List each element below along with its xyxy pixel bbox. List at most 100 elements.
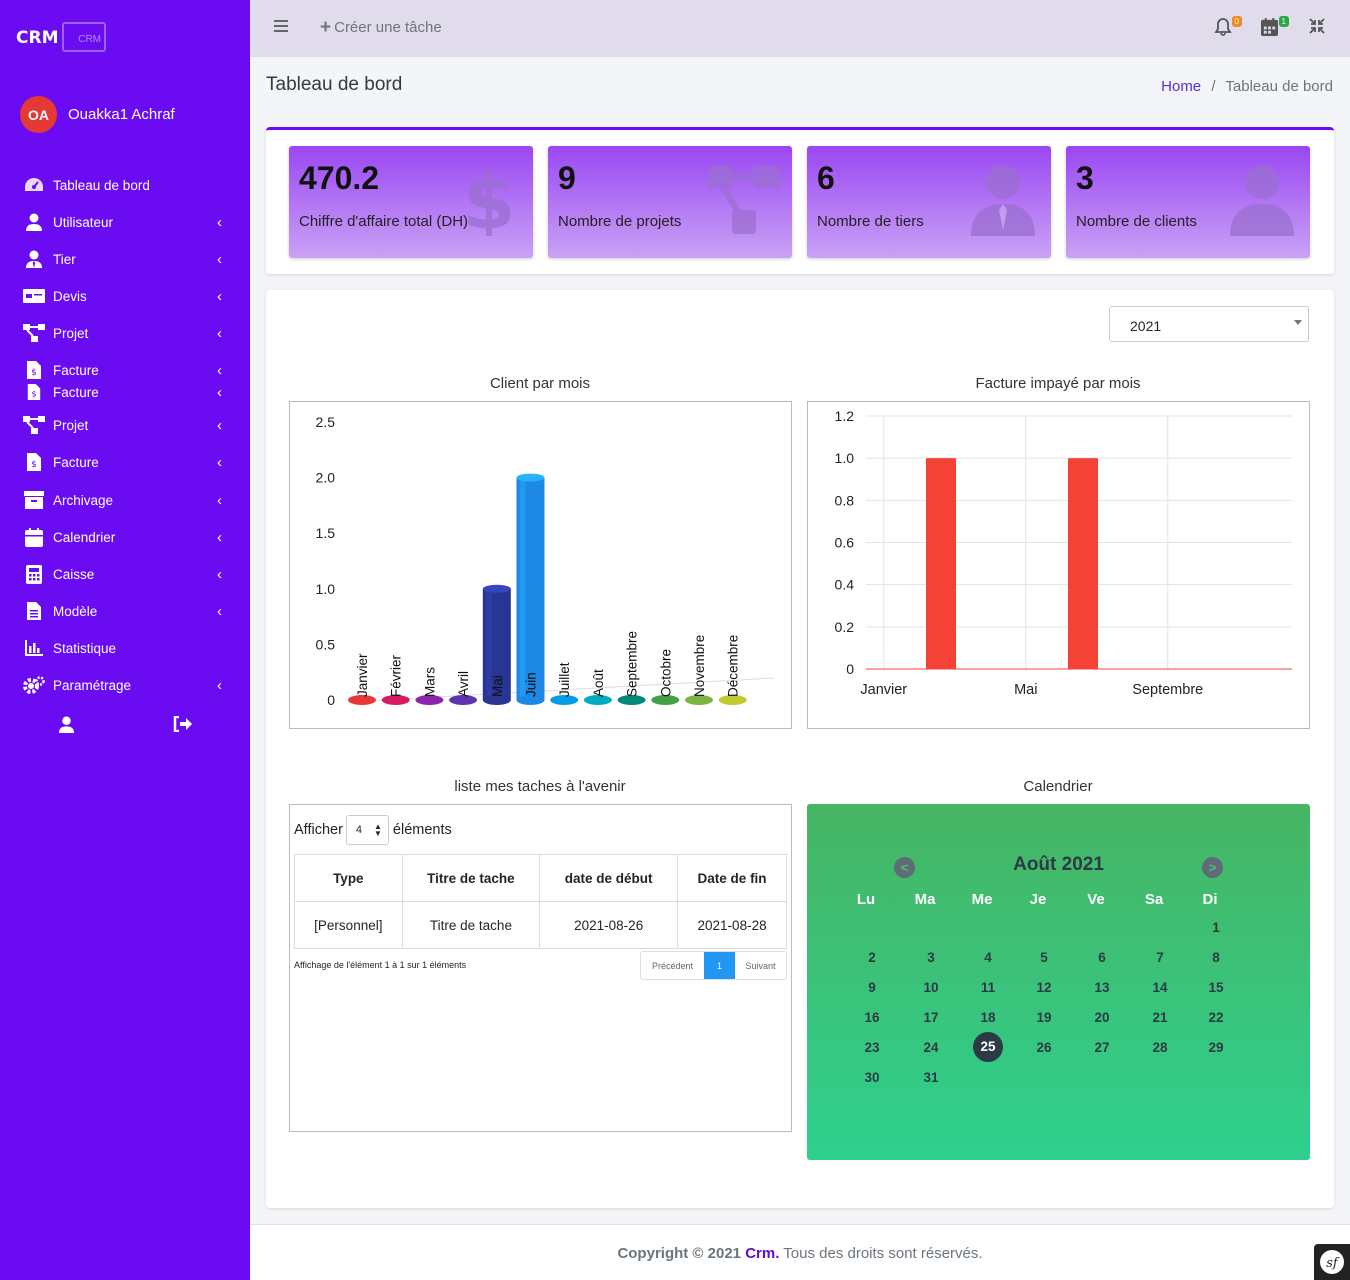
calendar-day[interactable]: 11 [968,980,1008,995]
calendar-day[interactable]: 4 [968,950,1008,965]
pagination-next[interactable]: Suivant [735,952,786,979]
entries-select[interactable]: 4 ▲ ▼ [345,815,389,845]
column-header[interactable]: Type [294,854,403,902]
calendar-day[interactable]: 18 [968,1010,1008,1025]
breadcrumb-home-link[interactable]: Home [1161,78,1201,95]
sidebar-item-statistique[interactable]: Statistique [0,633,250,663]
sidebar-item-calendrier[interactable]: Calendrier ‹ [0,522,250,552]
calendar-day[interactable]: 2 [852,950,892,965]
calendar-day[interactable]: 15 [1196,980,1236,995]
calendar-next-button[interactable]: > [1202,857,1223,878]
calendar-day[interactable]: 7 [1140,950,1180,965]
events-badge: 1 [1278,16,1289,27]
calendar-day[interactable]: 20 [1082,1010,1122,1025]
sidebar-item-facture[interactable]: $ Facture ‹ [0,447,250,477]
sidebar-item-projet[interactable]: Projet ‹ [0,318,250,348]
compress-icon [1309,18,1325,34]
y-tick-label: 1.0 [316,581,336,597]
money-bill-icon [23,286,45,306]
sidebar-item-caisse[interactable]: Caisse ‹ [0,559,250,589]
calendar-day[interactable]: 8 [1196,950,1236,965]
footer-brand-link[interactable]: Crm. [745,1245,779,1262]
calendar-day[interactable]: 6 [1082,950,1122,965]
stat-projects[interactable]: 9 Nombre de projets [548,146,792,258]
sidebar-item-modele[interactable]: Modèle ‹ [0,596,250,626]
pagination-prev[interactable]: Précédent [641,952,704,979]
calendar-day[interactable]: 17 [911,1010,951,1025]
calendar-day[interactable]: 21 [1140,1010,1180,1025]
column-header[interactable]: date de début [539,854,679,902]
calendar-day[interactable]: 14 [1140,980,1180,995]
calendar-day[interactable]: 28 [1140,1040,1180,1055]
calendar-day[interactable]: 10 [911,980,951,995]
y-tick-label: 0.5 [316,636,336,652]
y-tick-label: 1.0 [835,450,855,466]
page-title: Tableau de bord [266,74,403,95]
x-tick-label: Septembre [625,631,640,697]
entries-suffix: éléments [392,822,452,838]
create-task-button[interactable]: + Créer une tâche [320,18,442,37]
calendar-day[interactable]: 9 [852,980,892,995]
brand-name[interactable]: CRM [16,28,58,48]
sidebar-item-archivage[interactable]: Archivage ‹ [0,485,250,515]
bar-top [482,584,511,593]
calendar-today: 25 [973,1032,1003,1062]
calendar-day[interactable]: 31 [911,1070,951,1085]
stat-revenue[interactable]: 470.2 Chiffre d'affaire total (DH) $ [289,146,533,258]
symfony-icon: sf [1320,1250,1344,1274]
user-panel[interactable]: OA Ouakka1 Achraf [20,96,175,133]
calendar-month: Août 2021 [1013,854,1104,875]
sidebar-item-label: Caisse [53,566,95,582]
profile-button[interactable] [54,712,78,736]
calendar-day[interactable]: 24 [911,1040,951,1055]
fullscreen-toggle-button[interactable] [1309,18,1331,40]
stat-clients[interactable]: 3 Nombre de clients [1066,146,1310,258]
sidebar-item-devis[interactable]: Devis ‹ [0,281,250,311]
sidebar-item-label: Projet [53,417,89,433]
stat-tiers[interactable]: 6 Nombre de tiers [807,146,1051,258]
chevron-left-icon: ‹ [217,491,222,509]
calendar-day[interactable]: 25 [968,1032,1008,1062]
calendar-day[interactable]: 23 [852,1040,892,1055]
x-tick-label: Avril [456,671,471,697]
sidebar-item-parametrage[interactable]: Paramétrage ‹ [0,670,250,700]
table-cell: [Personnel] [294,901,403,949]
calendar-day[interactable]: 29 [1196,1040,1236,1055]
svg-text:$: $ [463,164,516,236]
calendar-day[interactable]: 13 [1082,980,1122,995]
chevron-left-icon: ‹ [217,361,222,379]
logout-button[interactable] [170,712,194,736]
column-header[interactable]: Date de fin [677,854,787,902]
calendar-day[interactable]: 26 [1024,1040,1064,1055]
y-tick-label: 2.5 [316,414,336,430]
pagination-page[interactable]: 1 [704,952,735,979]
calendar-day[interactable]: 3 [911,950,951,965]
tasks-table: Type Titre de tache date de début Date d… [294,854,787,949]
bar-Juin [1068,458,1098,669]
sidebar-item-tableau-de-bord[interactable]: Tableau de bord [0,170,250,200]
events-button[interactable]: 1 [1261,16,1289,40]
column-header[interactable]: Titre de tache [401,854,541,902]
sidebar-item-facture[interactable]: $ Facture ‹ [0,377,250,407]
calendar-day[interactable]: 19 [1024,1010,1064,1025]
sidebar-item-label: Projet [53,325,89,341]
stats-card: 470.2 Chiffre d'affaire total (DH) $ 9 N… [266,127,1334,274]
y-tick-label: 2.0 [316,470,336,486]
calendar-day[interactable]: 30 [852,1070,892,1085]
sidebar-item-projet[interactable]: Projet ‹ [0,410,250,440]
calendar-day[interactable]: 16 [852,1010,892,1025]
chart-invoices: 0 0.2 0.4 0.6 0.8 1.0 1.2 Janvier Mai Septembre [835,408,1292,698]
calendar-day[interactable]: 1 [1196,920,1236,935]
calendar-day[interactable]: 5 [1024,950,1064,965]
year-select[interactable]: 2021 [1109,306,1309,342]
menu-toggle-icon[interactable] [274,19,288,32]
sidebar-item-utilisateur[interactable]: Utilisateur ‹ [0,207,250,237]
sidebar-item-tier[interactable]: Tier ‹ [0,244,250,274]
calendar-day[interactable]: 22 [1196,1010,1236,1025]
calendar-day[interactable]: 27 [1082,1040,1122,1055]
notifications-button[interactable]: 0 [1214,16,1242,40]
x-tick-label: Mai [490,675,505,697]
stat-label: Nombre de tiers [817,213,924,230]
symfony-toolbar-button[interactable]: sf [1314,1244,1350,1280]
calendar-day[interactable]: 12 [1024,980,1064,995]
